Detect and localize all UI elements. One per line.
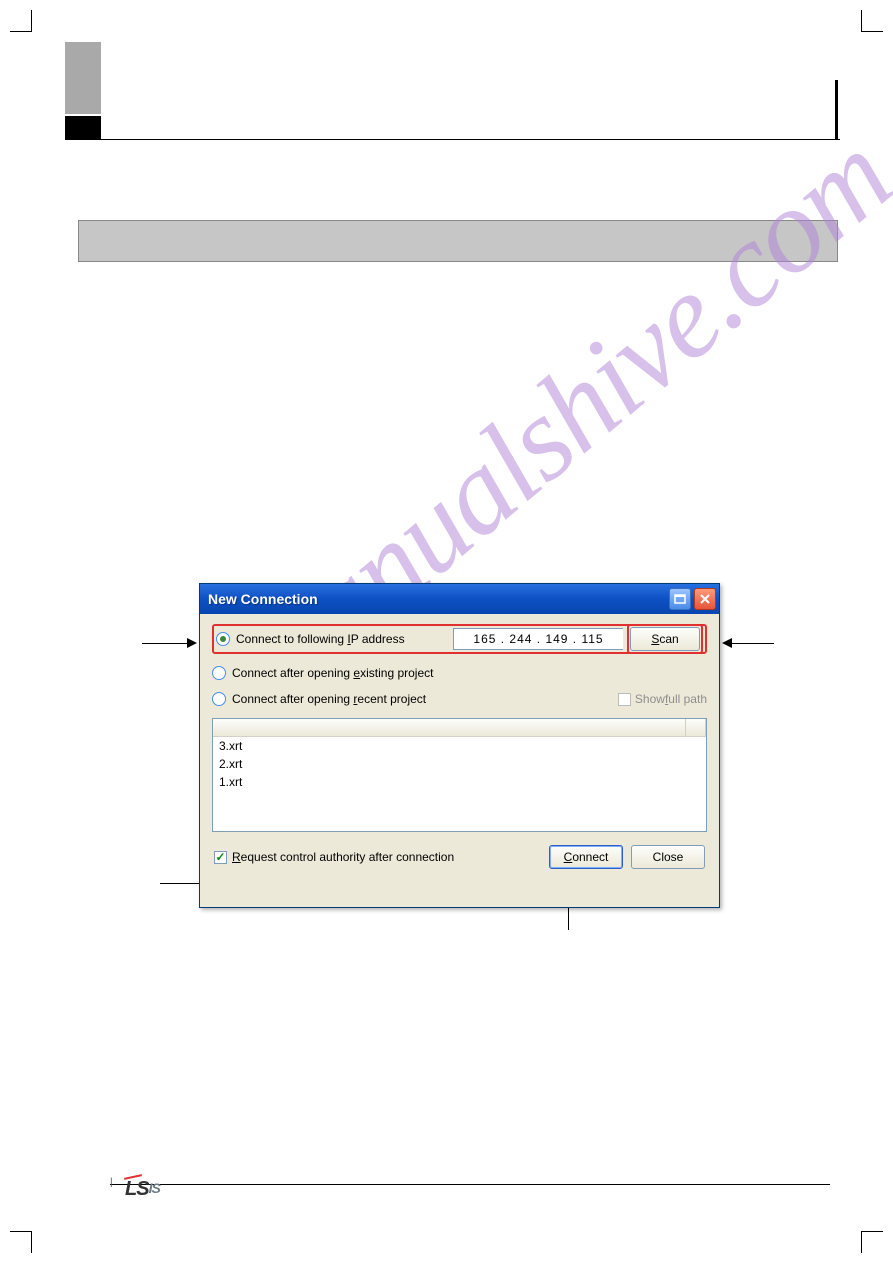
page-header-rule [835,80,838,140]
close-button[interactable]: Close [631,845,705,869]
dialog-footer: ✓ Request control authority after connec… [212,848,707,876]
crop-mark [10,1231,32,1253]
brand-logo: LSIS [125,1178,178,1201]
open-recent-row: Connect after opening recent project Sho… [212,686,707,712]
window-alt-icon[interactable] [669,588,691,610]
page-header-decoration [65,116,101,140]
page-footer-rule [110,1184,830,1185]
scan-button-highlight: Scan [627,624,703,654]
annotation-arrow [142,638,197,648]
show-full-path-check [618,693,631,706]
page-header-rule [100,139,840,140]
list-header [213,719,706,737]
connect-ip-label: Connect to following IP address [236,632,453,646]
connect-ip-radio[interactable] [216,632,230,646]
list-item[interactable]: 1.xrt [213,773,706,791]
connect-button[interactable]: Connect [549,845,623,869]
annotation-arrow [722,638,774,648]
page-section-bar [78,220,838,262]
page-footer-pipe: | [110,1177,113,1188]
open-existing-row: Connect after opening existing project [212,660,707,686]
recent-projects-list[interactable]: 3.xrt 2.xrt 1.xrt [212,718,707,832]
new-connection-dialog: New Connection Connect to following IP a… [199,583,720,908]
page-header-decoration [65,42,101,114]
open-recent-radio[interactable] [212,692,226,706]
dialog-title: New Connection [208,591,666,607]
connect-ip-row: Connect to following IP address 165 . 24… [212,624,707,654]
request-authority-checkbox[interactable]: ✓ [214,851,227,864]
list-item[interactable]: 3.xrt [213,737,706,755]
scan-button[interactable]: Scan [630,627,700,651]
dialog-titlebar[interactable]: New Connection [200,584,719,614]
request-authority-label: Request control authority after connecti… [232,850,454,864]
crop-mark [861,10,883,32]
list-item[interactable]: 2.xrt [213,755,706,773]
crop-mark [861,1231,883,1253]
close-icon[interactable] [694,588,716,610]
ip-address-input[interactable]: 165 . 244 . 149 . 115 [453,628,623,650]
show-full-path-checkbox: Show full path [618,692,707,706]
crop-mark [10,10,32,32]
open-existing-radio[interactable] [212,666,226,680]
open-recent-label: Connect after opening recent project [232,692,426,706]
open-existing-label: Connect after opening existing project [232,666,707,680]
